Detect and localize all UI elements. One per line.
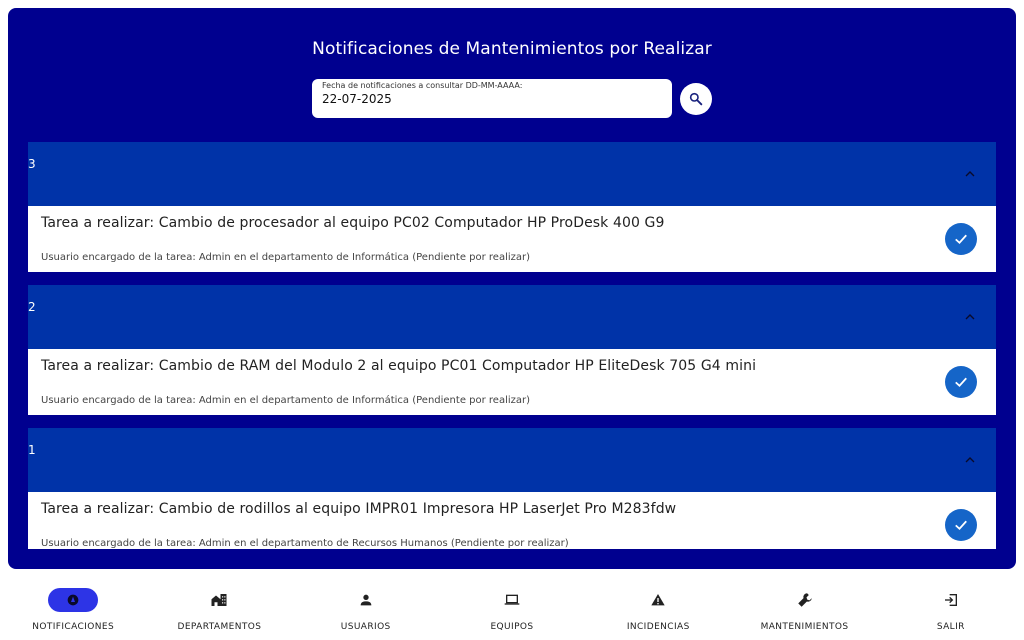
nav-label: DEPARTAMENTOS [177, 622, 262, 632]
search-button[interactable] [680, 83, 712, 115]
task-title: Tarea a realizar: Cambio de RAM del Modu… [41, 358, 757, 374]
nav-usuarios[interactable]: USUARIOS [293, 577, 439, 640]
exit-icon [944, 594, 957, 606]
page-title: Notificaciones de Mantenimientos por Rea… [312, 39, 712, 59]
task-user: Usuario encargado de la tarea: Admin en … [41, 538, 569, 549]
notification-list: 3 Tarea a realizar: Cambio de procesador… [28, 142, 996, 549]
bottom-navigation: NOTIFICACIONES DEPARTAMENTOS USUARIOS EQ… [0, 577, 1024, 640]
nav-icon-wrap [780, 588, 830, 612]
group-number: 2 [28, 300, 36, 314]
task-user: Usuario encargado de la tarea: Admin en … [41, 395, 531, 406]
group-header[interactable]: 2 [28, 285, 996, 349]
notifications-panel: Notificaciones de Mantenimientos por Rea… [8, 8, 1016, 569]
chevron-up-icon[interactable] [962, 166, 978, 182]
task-row: Tarea a realizar: Cambio de procesador a… [28, 206, 996, 272]
complete-task-button[interactable] [945, 223, 977, 255]
chevron-up-icon[interactable] [962, 452, 978, 468]
notification-icon [67, 594, 79, 606]
wrench-icon [797, 593, 812, 607]
nav-icon-wrap [633, 588, 683, 612]
check-icon [955, 520, 967, 531]
laptop-icon [504, 594, 520, 605]
task-title: Tarea a realizar: Cambio de procesador a… [41, 215, 665, 231]
notification-group: 2 Tarea a realizar: Cambio de RAM del Mo… [28, 285, 996, 415]
warning-icon [651, 594, 665, 606]
group-number: 3 [28, 157, 36, 171]
nav-equipos[interactable]: EQUIPOS [439, 577, 585, 640]
task-row: Tarea a realizar: Cambio de rodillos al … [28, 492, 996, 549]
nav-incidencias[interactable]: INCIDENCIAS [585, 577, 731, 640]
complete-task-button[interactable] [945, 509, 977, 541]
nav-salir[interactable]: SALIR [878, 577, 1024, 640]
chevron-up-icon[interactable] [962, 309, 978, 325]
check-icon [955, 377, 967, 388]
nav-departamentos[interactable]: DEPARTAMENTOS [146, 577, 292, 640]
group-header[interactable]: 1 [28, 428, 996, 492]
task-row: Tarea a realizar: Cambio de RAM del Modu… [28, 349, 996, 415]
task-user: Usuario encargado de la tarea: Admin en … [41, 252, 531, 263]
date-field[interactable]: Fecha de notificaciones a consultar DD-M… [312, 79, 672, 118]
nav-label: SALIR [936, 622, 965, 632]
nav-label: USUARIOS [340, 622, 391, 632]
nav-mantenimientos[interactable]: MANTENIMIENTOS [731, 577, 877, 640]
group-number: 1 [28, 443, 36, 457]
nav-label: EQUIPOS [490, 622, 534, 632]
notification-group: 3 Tarea a realizar: Cambio de procesador… [28, 142, 996, 272]
date-field-label: Fecha de notificaciones a consultar DD-M… [322, 81, 523, 90]
nav-label: INCIDENCIAS [626, 622, 690, 632]
check-icon [955, 234, 967, 245]
nav-icon-wrap [926, 588, 976, 612]
nav-notificaciones[interactable]: NOTIFICACIONES [0, 577, 146, 640]
task-title: Tarea a realizar: Cambio de rodillos al … [41, 501, 677, 517]
person-icon [360, 594, 372, 606]
nav-active-indicator [48, 588, 99, 612]
search-icon [689, 92, 703, 106]
nav-icon-wrap [194, 588, 244, 612]
nav-label: NOTIFICACIONES [32, 622, 115, 632]
date-input[interactable]: 22-07-2025 [322, 92, 662, 106]
group-header[interactable]: 3 [28, 142, 996, 206]
nav-icon-wrap [341, 588, 391, 612]
nav-label: MANTENIMIENTOS [760, 622, 849, 632]
notification-group: 1 Tarea a realizar: Cambio de rodillos a… [28, 428, 996, 549]
buildings-icon [211, 594, 227, 606]
complete-task-button[interactable] [945, 366, 977, 398]
nav-icon-wrap [487, 588, 537, 612]
